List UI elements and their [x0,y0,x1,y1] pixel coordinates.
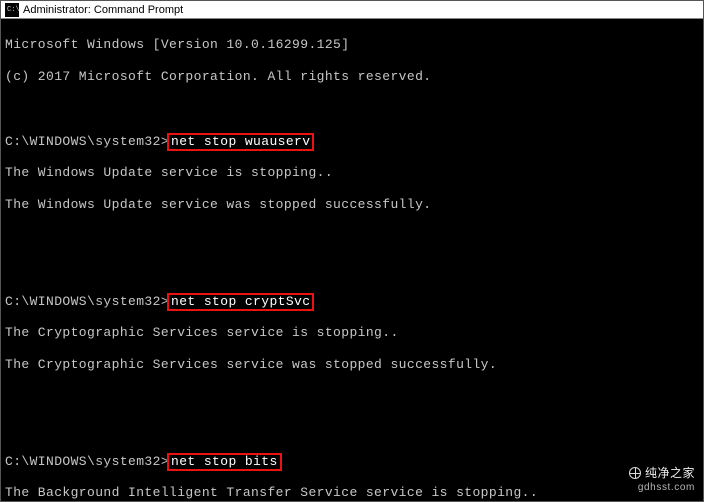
blank-line [5,101,699,117]
output-line: The Windows Update service was stopped s… [5,197,699,213]
blank-line [5,261,699,277]
cmd-line: C:\WINDOWS\system32>net stop bits [5,453,699,469]
output-line: The Windows Update service is stopping.. [5,165,699,181]
blank-line [5,389,699,405]
cmd-line: C:\WINDOWS\system32>net stop wuauserv [5,133,699,149]
output-line: The Cryptographic Services service was s… [5,357,699,373]
titlebar[interactable]: Administrator: Command Prompt [1,1,703,19]
prompt: C:\WINDOWS\system32> [5,454,169,469]
prompt: C:\WINDOWS\system32> [5,134,169,149]
cmd-icon[interactable] [5,3,19,17]
output-line: The Cryptographic Services service is st… [5,325,699,341]
command-highlight: net stop cryptSvc [167,293,314,311]
client-area: Microsoft Windows [Version 10.0.16299.12… [1,19,703,501]
blank-line [5,229,699,245]
console-output[interactable]: Microsoft Windows [Version 10.0.16299.12… [1,19,703,502]
cmd-line: C:\WINDOWS\system32>net stop cryptSvc [5,293,699,309]
command-highlight: net stop bits [167,453,282,471]
prompt: C:\WINDOWS\system32> [5,294,169,309]
version-line: Microsoft Windows [Version 10.0.16299.12… [5,37,699,53]
copyright-line: (c) 2017 Microsoft Corporation. All righ… [5,69,699,85]
blank-line [5,421,699,437]
command-highlight: net stop wuauserv [167,133,314,151]
window-title: Administrator: Command Prompt [23,1,183,19]
cmd-window: Administrator: Command Prompt Microsoft … [0,0,704,502]
output-line: The Background Intelligent Transfer Serv… [5,485,699,501]
